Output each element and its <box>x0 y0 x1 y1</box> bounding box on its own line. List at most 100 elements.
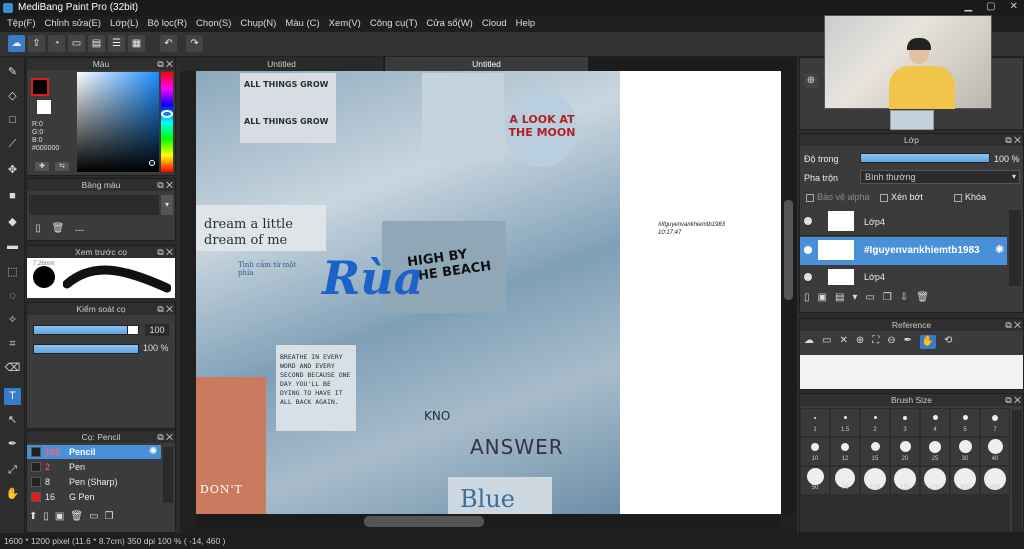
lasso-tool-icon[interactable]: ◌ <box>4 288 21 305</box>
eraser-tool-icon[interactable]: ◇ <box>4 88 21 105</box>
eye-icon[interactable] <box>804 246 812 254</box>
add-color-icon[interactable]: ✚ <box>35 162 49 171</box>
layer-scrollbar[interactable] <box>1009 210 1021 286</box>
new-brush-icon[interactable]: ▯ <box>43 511 49 527</box>
move-tool-icon[interactable]: ✥ <box>4 162 21 179</box>
undock-close-icon[interactable]: ⧉ ✕ <box>1005 319 1021 331</box>
rect-fill-tool-icon[interactable]: ■ <box>4 188 21 205</box>
delete-brush-icon[interactable]: 🗑 <box>70 511 83 527</box>
size-slider[interactable] <box>33 325 129 335</box>
redo-icon[interactable]: ↷ <box>186 35 203 52</box>
brush-tool-icon[interactable]: ✎ <box>4 64 21 81</box>
cloud-icon[interactable]: ☁ <box>8 35 25 52</box>
layer-opacity-slider[interactable] <box>860 153 990 163</box>
comment-icon[interactable]: ◔ <box>48 35 65 52</box>
layer-row-3[interactable]: Lớp4 <box>800 266 1007 288</box>
opacity-slider[interactable] <box>33 344 139 354</box>
list-icon[interactable]: ☰ <box>108 35 125 52</box>
lock-option[interactable]: Khóa <box>954 191 986 203</box>
brush-list-scrollbar[interactable] <box>163 447 173 503</box>
close-icon[interactable]: ✕ <box>839 335 847 351</box>
new-8bit-layer-icon[interactable]: ▤ <box>835 292 844 308</box>
brush-size-cell[interactable]: 2 <box>861 409 889 436</box>
folder-icon[interactable]: ▭ <box>865 292 874 308</box>
brush-item-pencil[interactable]: 100 Pencil ✺ <box>27 445 161 459</box>
undock-close-icon[interactable]: ⧉ ✕ <box>157 431 173 443</box>
hand-tool-icon[interactable]: ✋ <box>4 486 21 503</box>
color-picker-area[interactable] <box>77 72 159 172</box>
brush-size-cell[interactable]: 25 <box>921 438 949 465</box>
eye-icon[interactable] <box>804 273 812 281</box>
fit-icon[interactable]: ⛶ <box>872 335 879 351</box>
duplicate-icon[interactable]: ❐ <box>105 511 114 527</box>
brush-size-cell[interactable]: 4 <box>921 409 949 436</box>
shape-tool-icon[interactable]: □ <box>4 112 21 129</box>
brush-size-cell[interactable]: 20 <box>891 438 919 465</box>
tab-untitled-1[interactable]: Untitled <box>180 57 383 71</box>
brush-size-cell[interactable]: 5 <box>951 409 979 436</box>
eye-icon[interactable] <box>804 217 812 225</box>
navigator-thumbnail[interactable] <box>890 110 934 130</box>
size-value-field[interactable]: 100 <box>145 324 169 336</box>
zoom-out-icon[interactable]: ⊖ <box>887 335 895 351</box>
layer-row-1[interactable]: Lớp4 <box>800 208 1007 236</box>
hue-handle[interactable] <box>161 110 173 118</box>
brush-size-cell[interactable]: 150 <box>891 467 919 494</box>
cloud-download-icon[interactable]: ☁ <box>804 335 814 351</box>
brush-size-cell[interactable]: 50 <box>801 467 829 494</box>
delete-layer-icon[interactable]: 🗑 <box>916 292 929 308</box>
zoom-icon[interactable]: ⊕ <box>804 74 818 88</box>
brush-size-cell[interactable]: 200 <box>921 467 949 494</box>
folder-icon[interactable]: ▭ <box>89 511 98 527</box>
clipping-checkbox[interactable] <box>880 193 888 202</box>
brush-size-cell[interactable]: 100 <box>861 467 889 494</box>
blend-mode-select[interactable]: Bình thường ▾ <box>860 170 1020 184</box>
eyedropper-icon[interactable]: ✒ <box>904 335 912 351</box>
menu-view[interactable]: Xem(V) <box>326 16 367 32</box>
operation-tool-icon[interactable]: ↖ <box>4 412 21 429</box>
layer-menu-icon[interactable]: ▾ <box>852 292 857 308</box>
vertical-scroll-thumb[interactable] <box>784 200 793 300</box>
close-icon[interactable]: ✕ <box>1010 1 1018 12</box>
bucket-tool-icon[interactable]: ◆ <box>4 214 21 231</box>
brush-item-pen[interactable]: 2 Pen <box>27 460 161 474</box>
undock-close-icon[interactable]: ⧉ ✕ <box>157 58 173 70</box>
line-tool-icon[interactable]: ⟋ <box>4 136 21 153</box>
brush-size-cell[interactable]: 70 <box>831 467 859 494</box>
protect-alpha-option[interactable]: Bảo vệ alpha <box>806 191 870 203</box>
gear-icon[interactable]: ✺ <box>149 446 157 457</box>
horizontal-scrollbar[interactable] <box>196 514 781 529</box>
undock-close-icon[interactable]: ⧉ ✕ <box>157 246 173 258</box>
protect-alpha-checkbox[interactable] <box>806 193 814 202</box>
brush-size-cell[interactable]: 1 <box>801 409 829 436</box>
copy-brush-icon[interactable]: ▣ <box>55 511 64 527</box>
select-pen-tool-icon[interactable]: ⌗ <box>4 336 21 353</box>
undock-close-icon[interactable]: ⧉ ✕ <box>1005 134 1021 146</box>
undock-close-icon[interactable]: ⧉ ✕ <box>1005 394 1021 406</box>
menu-filter[interactable]: Bộ lọc(R) <box>144 16 193 32</box>
document-canvas[interactable]: ALL THINGS GROW ALL THINGS GROW A LOOK A… <box>196 71 781 514</box>
add-brush-icon[interactable]: ⬆ <box>29 511 37 527</box>
minimize-icon[interactable]: ▁ <box>964 1 972 12</box>
text-tool-icon[interactable]: T <box>4 388 21 405</box>
new-palette-icon[interactable]: ▯ <box>31 223 45 237</box>
menu-select[interactable]: Chọn(S) <box>193 16 237 32</box>
brush-size-cell[interactable]: 7 <box>981 409 1009 436</box>
brush-item-pen-sharp[interactable]: 8 Pen (Sharp) <box>27 475 161 489</box>
brush-size-cell[interactable]: 15 <box>861 438 889 465</box>
open-folder-icon[interactable]: ▭ <box>822 335 831 351</box>
new-layer-icon[interactable]: ▯ <box>804 292 810 308</box>
merge-layer-icon[interactable]: ⇩ <box>900 292 908 308</box>
chat-icon[interactable]: ▭ <box>68 35 85 52</box>
tab-untitled-2[interactable]: Untitled <box>385 57 588 71</box>
export-icon[interactable]: ⇪ <box>28 35 45 52</box>
grid-icon[interactable]: ▦ <box>128 35 145 52</box>
new-halftone-layer-icon[interactable]: ▣ <box>818 292 827 308</box>
lock-checkbox[interactable] <box>954 193 962 202</box>
gradient-tool-icon[interactable]: ▬ <box>4 238 21 255</box>
menu-layer[interactable]: Lớp(L) <box>107 16 144 32</box>
hue-slider[interactable] <box>161 72 173 172</box>
undock-close-icon[interactable]: ⧉ ✕ <box>157 179 173 191</box>
brush-size-cell[interactable]: 400 <box>981 467 1009 494</box>
delete-palette-icon[interactable]: 🗑 <box>51 223 65 237</box>
